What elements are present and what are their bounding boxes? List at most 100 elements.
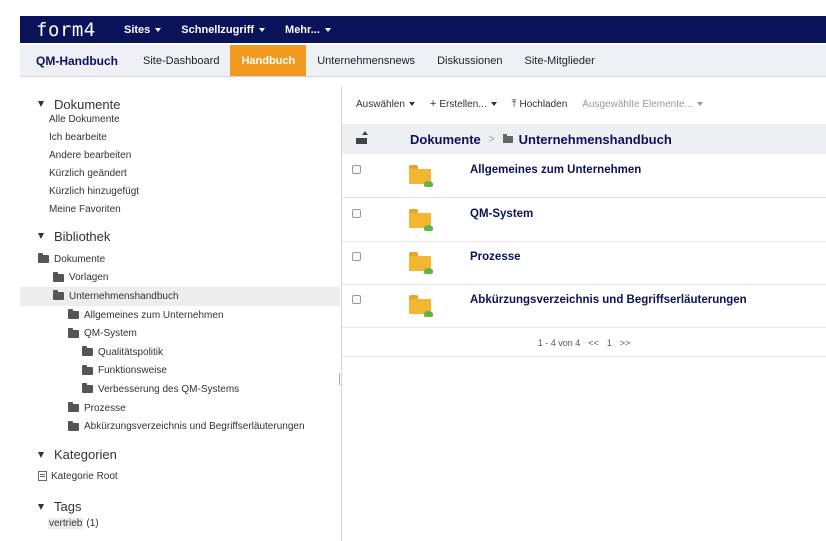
tree-node-dokumente[interactable]: Dokumente bbox=[20, 250, 340, 269]
folder-icon bbox=[53, 271, 64, 282]
document-title-link[interactable]: QM-System bbox=[470, 208, 533, 220]
document-title-link[interactable]: Prozesse bbox=[470, 251, 521, 263]
select-menu-button[interactable]: Auswählen bbox=[356, 99, 415, 110]
folder-up-icon[interactable] bbox=[356, 131, 368, 144]
tab-site-dashboard[interactable]: Site-Dashboard bbox=[132, 45, 230, 76]
library-section-title: Bibliothek bbox=[54, 228, 111, 244]
triangle-down-icon bbox=[38, 101, 44, 107]
breadcrumb-separator: > bbox=[488, 133, 495, 145]
category-icon bbox=[38, 471, 47, 482]
selected-items-menu[interactable]: Ausgewählte Elemente... bbox=[582, 99, 703, 110]
filter-link-recently-added[interactable]: Kürzlich hinzugefügt bbox=[20, 183, 340, 201]
plus-icon: + bbox=[429, 98, 437, 110]
triangle-down-icon bbox=[38, 233, 44, 239]
chevron-down-icon bbox=[155, 27, 162, 32]
document-title-link[interactable]: Abkürzungsverzeichnis und Begriffserläut… bbox=[470, 294, 747, 306]
filter-link-recently-modified[interactable]: Kürzlich geändert bbox=[20, 165, 340, 183]
row-checkbox[interactable] bbox=[352, 295, 361, 304]
folder-icon[interactable] bbox=[409, 209, 433, 231]
tree-node-label: Dokumente bbox=[54, 253, 106, 265]
filter-link-all-documents[interactable]: Alle Dokumente bbox=[20, 111, 340, 129]
category-root-label: Kategorie Root bbox=[51, 470, 118, 482]
library-section-header[interactable]: Bibliothek bbox=[20, 226, 340, 246]
tree-node-qualitaetspolitik[interactable]: Qualitätspolitik bbox=[20, 343, 340, 362]
tag-count: (1) bbox=[86, 518, 99, 530]
document-row: Prozesse bbox=[342, 242, 826, 285]
tree-node-unternehmenshandbuch[interactable]: Unternehmenshandbuch bbox=[20, 287, 340, 306]
tree-node-abkuerzungsverzeichnis[interactable]: Abkürzungsverzeichnis und Begriffserläut… bbox=[20, 417, 340, 436]
folder-icon bbox=[82, 364, 93, 375]
folder-icon bbox=[68, 402, 79, 413]
breadcrumb-current: Unternehmenshandbuch bbox=[518, 131, 672, 147]
tree-node-label: Funktionsweise bbox=[98, 365, 167, 377]
pagination-prev-button[interactable]: << bbox=[588, 338, 599, 348]
documents-section-title: Dokumente bbox=[54, 96, 121, 112]
breadcrumb-root[interactable]: Dokumente bbox=[410, 132, 481, 147]
row-checkbox[interactable] bbox=[352, 165, 361, 174]
upload-button[interactable]: ⤒ Hochladen bbox=[512, 98, 568, 111]
nav-mehr-menu[interactable]: Mehr... bbox=[285, 24, 331, 36]
tree-node-prozesse[interactable]: Prozesse bbox=[20, 399, 340, 418]
filter-link-others-edit[interactable]: Andere bearbeiten bbox=[20, 147, 340, 165]
tree-node-qm-system[interactable]: QM-System bbox=[20, 324, 340, 343]
tree-node-label: Abkürzungsverzeichnis und Begriffserläut… bbox=[84, 421, 305, 433]
tree-node-label: QM-System bbox=[84, 328, 137, 340]
top-header: form4 Sites Schnellzugriff Mehr... bbox=[20, 16, 826, 43]
sidebar: Dokumente Alle Dokumente Ich bearbeite A… bbox=[20, 86, 340, 541]
selected-items-label: Ausgewählte Elemente... bbox=[582, 98, 693, 110]
triangle-down-icon bbox=[38, 451, 44, 458]
chevron-down-icon bbox=[259, 27, 266, 32]
chevron-down-icon bbox=[696, 102, 703, 106]
document-title-link[interactable]: Allgemeines zum Unternehmen bbox=[470, 164, 641, 176]
breadcrumb: Dokumente > Unternehmenshandbuch bbox=[342, 124, 826, 154]
pagination-next-button[interactable]: >> bbox=[620, 338, 631, 348]
tree-node-allgemeines[interactable]: Allgemeines zum Unternehmen bbox=[20, 306, 340, 325]
app-logo[interactable]: form4 bbox=[20, 19, 124, 41]
tree-node-funktionsweise[interactable]: Funktionsweise bbox=[20, 362, 340, 381]
chevron-down-icon bbox=[324, 27, 331, 32]
site-title[interactable]: QM-Handbuch bbox=[20, 45, 132, 76]
tags-section-header[interactable]: Tags bbox=[20, 497, 340, 517]
folder-icon bbox=[68, 420, 79, 431]
row-checkbox[interactable] bbox=[352, 252, 361, 261]
folder-icon bbox=[82, 346, 93, 357]
upload-icon: ⤒ bbox=[511, 97, 517, 110]
nav-schnellzugriff-menu[interactable]: Schnellzugriff bbox=[181, 23, 266, 36]
folder-icon bbox=[68, 327, 79, 338]
row-checkbox[interactable] bbox=[352, 209, 361, 218]
document-row: Abkürzungsverzeichnis und Begriffserläut… bbox=[342, 285, 826, 328]
folder-icon[interactable] bbox=[409, 252, 433, 274]
create-menu-button[interactable]: + Erstellen... bbox=[430, 98, 497, 110]
tab-site-mitglieder[interactable]: Site-Mitglieder bbox=[513, 45, 605, 76]
tab-diskussionen[interactable]: Diskussionen bbox=[426, 45, 513, 76]
folder-icon[interactable] bbox=[409, 165, 433, 187]
folder-icon bbox=[38, 253, 49, 264]
tab-handbuch[interactable]: Handbuch bbox=[230, 45, 307, 76]
filter-link-favorites[interactable]: Meine Favoriten bbox=[20, 201, 340, 219]
splitter-grip-icon[interactable] bbox=[339, 373, 342, 385]
tree-node-label: Prozesse bbox=[84, 402, 126, 414]
tag-label: vertrieb bbox=[48, 518, 84, 530]
create-label: Erstellen... bbox=[439, 98, 487, 110]
tree-node-label: Allgemeines zum Unternehmen bbox=[84, 309, 224, 321]
site-navigation: QM-Handbuch Site-Dashboard Handbuch Unte… bbox=[20, 45, 826, 77]
triangle-down-icon bbox=[38, 503, 44, 510]
nav-sites-menu[interactable]: Sites bbox=[124, 24, 162, 36]
folder-icon bbox=[53, 290, 64, 301]
tree-node-verbesserung[interactable]: Verbesserung des QM-Systems bbox=[20, 380, 340, 399]
tree-node-vorlagen[interactable]: Vorlagen bbox=[20, 269, 340, 288]
folder-icon[interactable] bbox=[409, 295, 433, 317]
category-root-link[interactable]: Kategorie Root bbox=[20, 467, 340, 486]
tree-node-label: Verbesserung des QM-Systems bbox=[98, 383, 240, 395]
document-toolbar: Auswählen + Erstellen... ⤒ Hochladen Aus… bbox=[356, 96, 718, 112]
nav-mehr-label: Mehr... bbox=[285, 23, 320, 36]
tag-item-vertrieb[interactable]: vertrieb (1) bbox=[20, 515, 340, 534]
nav-schnellzugriff-label: Schnellzugriff bbox=[181, 23, 255, 36]
pagination-page-1[interactable]: 1 bbox=[607, 338, 612, 348]
tab-unternehmensnews[interactable]: Unternehmensnews bbox=[306, 45, 426, 76]
tree-node-label: Qualitätspolitik bbox=[98, 346, 164, 358]
tree-node-label: Unternehmenshandbuch bbox=[69, 290, 179, 302]
categories-section-header[interactable]: Kategorien bbox=[20, 445, 340, 465]
filter-link-i-edit[interactable]: Ich bearbeite bbox=[20, 129, 340, 147]
tree-node-label: Vorlagen bbox=[69, 272, 109, 284]
